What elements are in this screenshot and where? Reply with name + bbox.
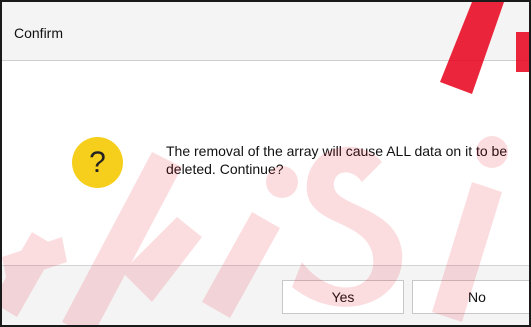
dialog-content: ? The removal of the array will cause AL… [2, 61, 529, 265]
dialog-footer: Yes No [2, 265, 529, 325]
dialog-message: The removal of the array will cause ALL … [166, 143, 508, 177]
question-mark-icon: ? [72, 137, 123, 188]
confirm-dialog: Confirm ? The removal of the array will … [0, 0, 531, 327]
dialog-title: Confirm [14, 25, 64, 41]
yes-button[interactable]: Yes [282, 280, 404, 314]
dialog-titlebar: Confirm [2, 2, 529, 61]
no-button[interactable]: No [412, 280, 529, 314]
